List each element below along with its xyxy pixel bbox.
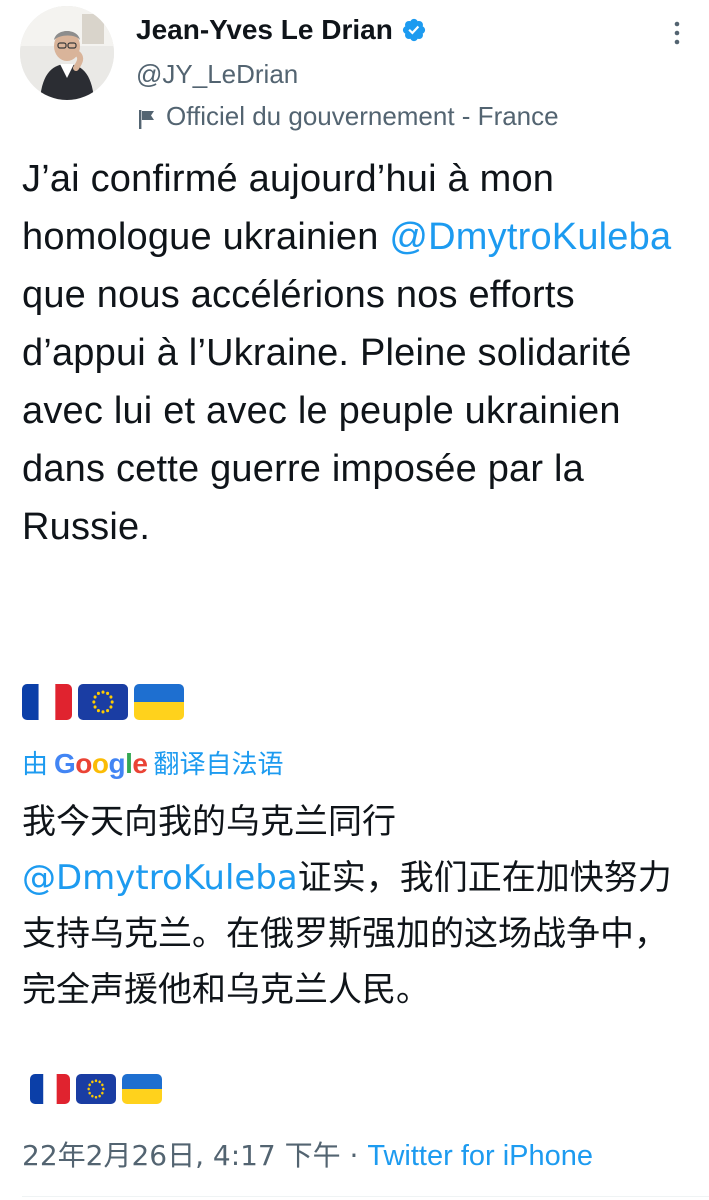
- translated-text-part: 我今天向我的乌克兰同行: [22, 802, 396, 842]
- tweet-detail: Jean-Yves Le Drian @JY_LeDrian Officiel …: [0, 0, 709, 1200]
- translated-emoji-flags: [30, 1074, 162, 1104]
- mention-link[interactable]: @DmytroKuleba: [389, 216, 671, 258]
- flag-france-icon: [30, 1074, 70, 1104]
- more-options-button[interactable]: [660, 16, 694, 50]
- flag-ukraine-icon: [122, 1074, 162, 1104]
- author-handle[interactable]: @JY_LeDrian: [136, 56, 298, 92]
- divider: [22, 1196, 709, 1197]
- google-logo: Google: [54, 748, 148, 779]
- author-name-row[interactable]: Jean-Yves Le Drian: [136, 12, 427, 48]
- source-label[interactable]: Twitter for iPhone: [367, 1140, 593, 1172]
- timestamp[interactable]: 22年2月26日, 4:17 下午: [22, 1139, 341, 1172]
- translate-suffix: 翻译自法语: [153, 749, 284, 779]
- avatar[interactable]: [20, 6, 114, 100]
- flag-icon: [136, 104, 158, 129]
- meta-separator: ·: [340, 1139, 368, 1172]
- flag-france-icon: [22, 684, 72, 720]
- government-label-text: Officiel du gouvernement - France: [166, 101, 559, 131]
- author-display-name[interactable]: Jean-Yves Le Drian: [136, 12, 393, 48]
- verified-badge-icon: [401, 17, 427, 43]
- translated-text: 我今天向我的乌克兰同行 @DmytroKuleba证实，我们正在加快努力支持乌克兰…: [22, 794, 682, 1018]
- flag-eu-icon: [78, 684, 128, 720]
- translated-mention-link[interactable]: @DmytroKuleba: [22, 858, 298, 898]
- emoji-flags: [22, 684, 184, 720]
- flag-eu-icon: [76, 1074, 116, 1104]
- tweet-meta: 22年2月26日, 4:17 下午 · Twitter for iPhone: [22, 1136, 593, 1176]
- tweet-text: J’ai confirmé aujourd’hui à mon homologu…: [22, 150, 694, 556]
- translated-by-google[interactable]: 由 Google 翻译自法语: [22, 744, 284, 784]
- tweet-text-part: que nous accélérions nos efforts d’appui…: [22, 274, 632, 548]
- translate-prefix: 由: [22, 749, 49, 779]
- more-vertical-icon: [674, 21, 680, 45]
- government-label: Officiel du gouvernement - France: [136, 98, 559, 134]
- flag-ukraine-icon: [134, 684, 184, 720]
